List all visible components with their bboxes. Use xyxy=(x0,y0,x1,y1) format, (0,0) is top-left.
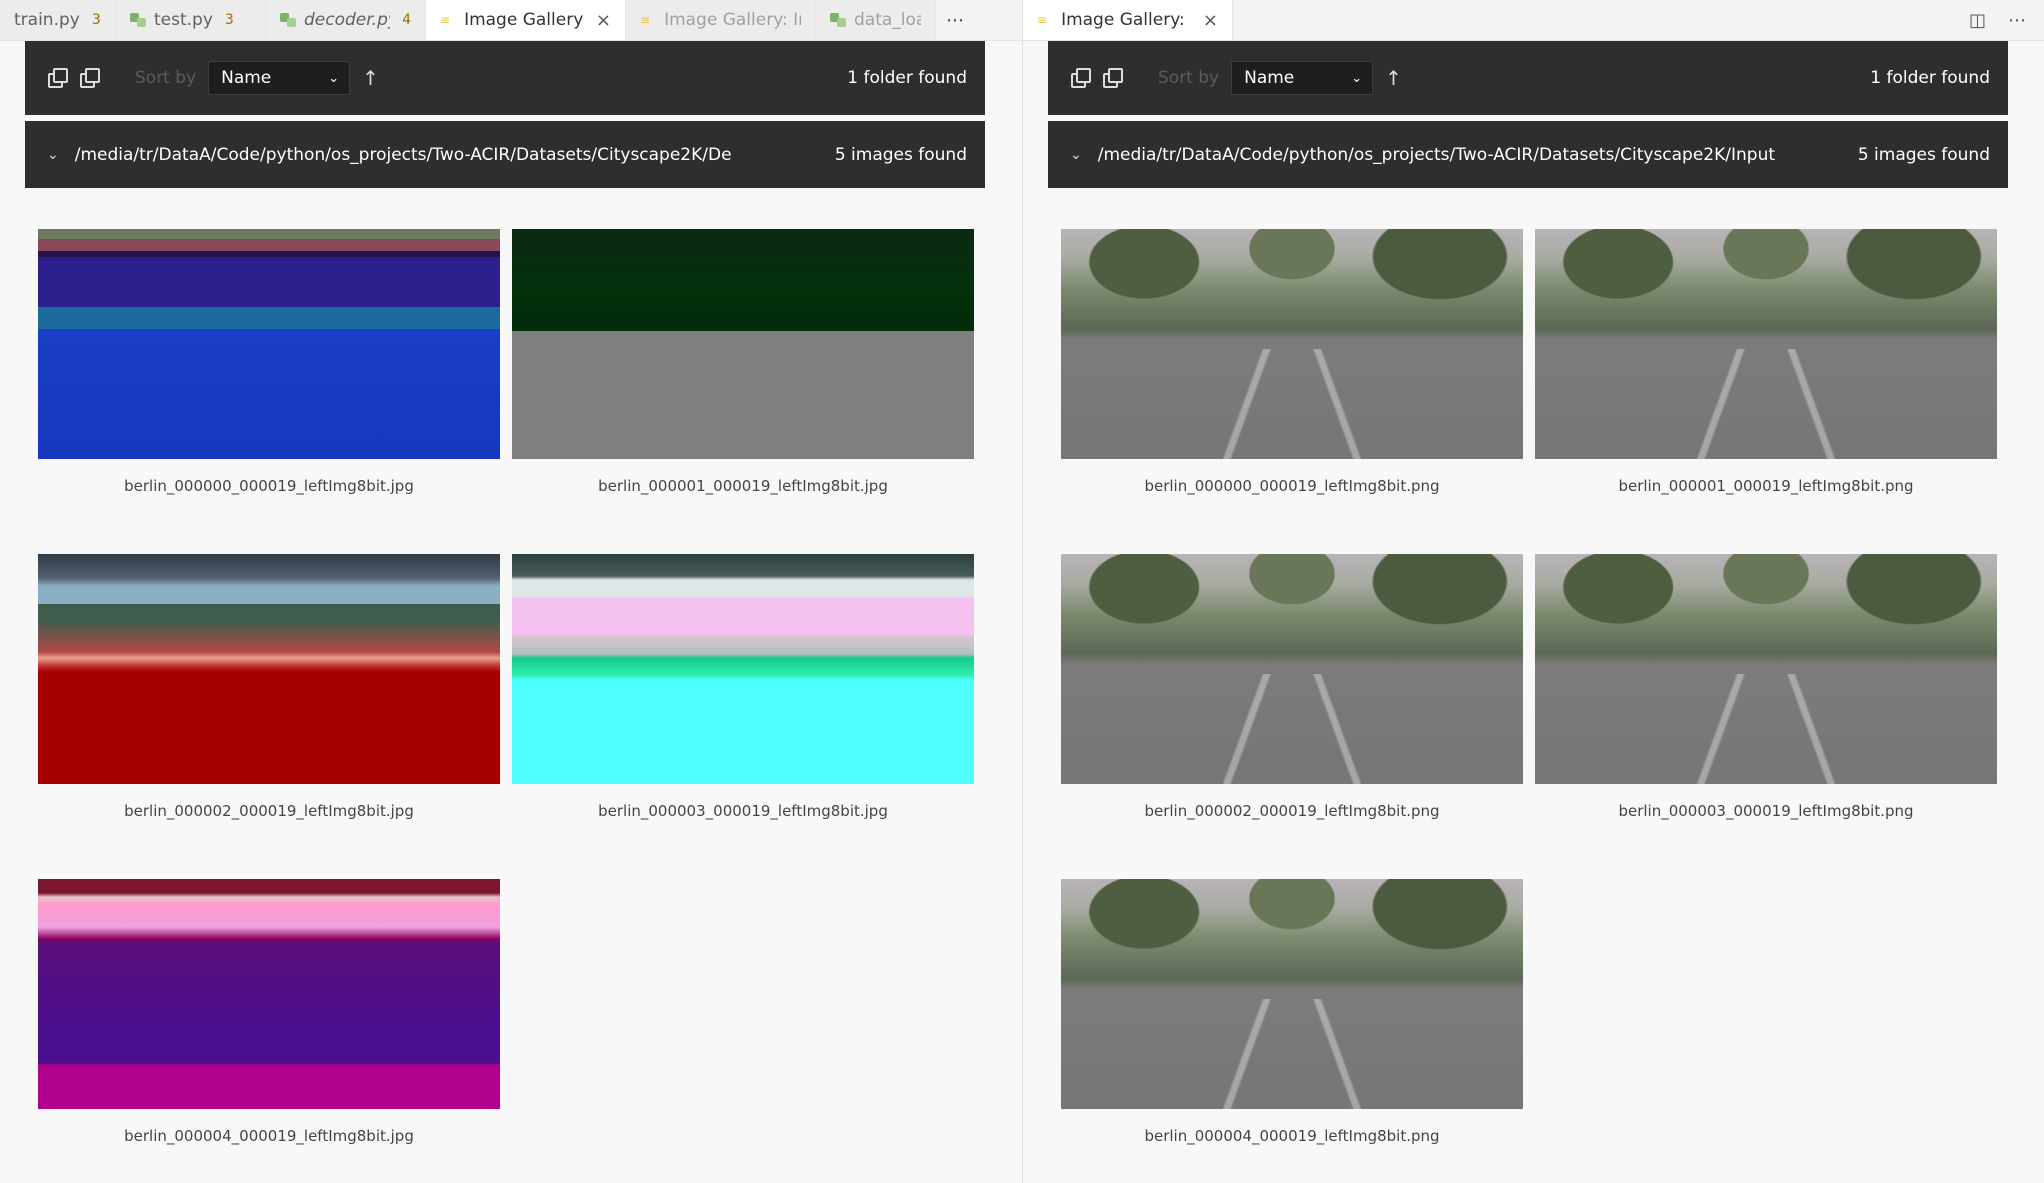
gallery-item[interactable]: berlin_000004_000019_leftImg8bit.png xyxy=(1061,879,1523,1145)
chevron-down-icon: ⌄ xyxy=(1351,70,1363,86)
gallery-item[interactable]: berlin_000003_000019_leftImg8bit.png xyxy=(1535,554,1997,820)
image-thumbnail[interactable] xyxy=(1061,229,1523,459)
images-count: 5 images found xyxy=(834,144,967,165)
left-tab-bar: train.py 3 test.py 3 decoder.py 4 ≡ Image Galle… xyxy=(0,0,1022,41)
sort-select-value: Name xyxy=(1244,68,1295,88)
image-thumbnail[interactable] xyxy=(38,554,500,784)
image-thumbnail[interactable] xyxy=(1061,554,1523,784)
split-editor-icon[interactable]: ◫ xyxy=(1969,10,1986,31)
problems-badge: 4 xyxy=(402,12,411,28)
tab-train-py[interactable]: train.py 3 xyxy=(0,0,116,40)
sort-by-label: Sort by xyxy=(135,68,197,88)
gallery-toolbar: Sort by Name ⌄ ↑ 1 folder found xyxy=(1048,41,2008,115)
tab-label: Image Gallery: Input_S xyxy=(664,10,801,30)
python-file-icon xyxy=(280,12,296,28)
folder-count: 1 folder found xyxy=(847,68,967,88)
gallery-item[interactable]: berlin_000002_000019_leftImg8bit.jpg xyxy=(38,554,500,820)
tab-image-gallery-input[interactable]: ≡ Image Gallery: Input × xyxy=(1023,0,1233,40)
problems-badge: 3 xyxy=(224,12,234,28)
collapse-all-icon[interactable] xyxy=(1070,67,1092,89)
tab-label: Image Gallery: De xyxy=(464,10,584,30)
gallery-item[interactable]: berlin_000001_000019_leftImg8bit.jpg xyxy=(512,229,974,495)
sort-select[interactable]: Name ⌄ xyxy=(1231,61,1374,95)
gallery-icon: ≡ xyxy=(440,13,451,27)
tab-label: data_loac xyxy=(854,10,921,30)
image-thumbnail[interactable] xyxy=(1535,554,1997,784)
image-filename: berlin_000000_000019_leftImg8bit.jpg xyxy=(124,477,414,495)
tab-label: test.py xyxy=(154,10,213,30)
gallery-icon: ≡ xyxy=(640,13,651,27)
gallery-item[interactable]: berlin_000003_000019_leftImg8bit.jpg xyxy=(512,554,974,820)
tab-decoder-py[interactable]: decoder.py 4 xyxy=(266,0,426,40)
image-filename: berlin_000004_000019_leftImg8bit.png xyxy=(1144,1127,1440,1145)
sort-ascending-icon[interactable]: ↑ xyxy=(1385,66,1402,90)
image-filename: berlin_000003_000019_leftImg8bit.png xyxy=(1618,802,1914,820)
collapse-all-icon[interactable] xyxy=(47,67,69,89)
more-actions-icon[interactable]: ⋯ xyxy=(2008,10,2026,31)
close-icon[interactable]: × xyxy=(596,10,611,31)
image-thumbnail[interactable] xyxy=(1535,229,1997,459)
expand-all-icon[interactable] xyxy=(79,67,101,89)
tab-label: train.py xyxy=(14,10,80,30)
left-gallery-pane: Sort by Name ⌄ ↑ 1 folder found ⌄ /media… xyxy=(0,41,1022,1183)
right-tab-bar: ≡Image Gallery: Input×◫⋯ xyxy=(1023,0,2044,41)
gallery-item[interactable]: berlin_000000_000019_leftImg8bit.jpg xyxy=(38,229,500,495)
more-actions-icon[interactable]: ⋯ xyxy=(936,0,974,40)
folder-path: /media/tr/DataA/Code/python/os_projects/… xyxy=(1097,144,1776,165)
image-filename: berlin_000001_000019_leftImg8bit.jpg xyxy=(598,477,888,495)
gallery-item[interactable]: berlin_000004_000019_leftImg8bit.jpg xyxy=(38,879,500,1145)
folder-count: 1 folder found xyxy=(1870,68,1990,88)
sort-ascending-icon[interactable]: ↑ xyxy=(362,66,379,90)
tab-image-gallery-input-s[interactable]: ≡ Image Gallery: Input_S xyxy=(626,0,816,40)
tab-data-loac[interactable]: data_loac xyxy=(816,0,936,40)
image-thumbnail[interactable] xyxy=(38,229,500,459)
folder-collapse-icon[interactable]: ⌄ xyxy=(1070,147,1082,163)
images-count: 5 images found xyxy=(1857,144,1990,165)
right-gallery-pane: Sort by Name ⌄ ↑ 1 folder found ⌄ /media… xyxy=(1023,41,2044,1183)
gallery-item[interactable]: berlin_000002_000019_leftImg8bit.png xyxy=(1061,554,1523,820)
tab-image-gallery-de[interactable]: ≡ Image Gallery: De × xyxy=(426,0,626,40)
editor-actions: ◫ ⋯ xyxy=(1969,0,2044,40)
tab-test-py[interactable]: test.py 3 xyxy=(116,0,266,40)
gallery-item[interactable]: berlin_000000_000019_leftImg8bit.png xyxy=(1061,229,1523,495)
image-filename: berlin_000001_000019_leftImg8bit.png xyxy=(1618,477,1914,495)
image-filename: berlin_000003_000019_leftImg8bit.jpg xyxy=(598,802,888,820)
tab-label: Image Gallery: Input xyxy=(1061,10,1191,30)
python-file-icon xyxy=(830,12,846,28)
image-filename: berlin_000004_000019_leftImg8bit.jpg xyxy=(124,1127,414,1145)
chevron-down-icon: ⌄ xyxy=(328,70,340,86)
tab-label: decoder.py xyxy=(304,10,391,30)
gallery-item[interactable]: berlin_000001_000019_leftImg8bit.png xyxy=(1535,229,1997,495)
sort-select[interactable]: Name ⌄ xyxy=(208,61,351,95)
problems-badge: 3 xyxy=(91,12,101,28)
image-filename: berlin_000002_000019_leftImg8bit.png xyxy=(1144,802,1440,820)
folder-header[interactable]: ⌄ /media/tr/DataA/Code/python/os_project… xyxy=(1048,121,2008,188)
python-file-icon xyxy=(130,12,146,28)
folder-path: /media/tr/DataA/Code/python/os_projects/… xyxy=(74,144,732,165)
folder-header[interactable]: ⌄ /media/tr/DataA/Code/python/os_project… xyxy=(25,121,985,188)
sort-by-label: Sort by xyxy=(1158,68,1220,88)
image-filename: berlin_000000_000019_leftImg8bit.png xyxy=(1144,477,1440,495)
image-thumbnail[interactable] xyxy=(38,879,500,1109)
image-filename: berlin_000002_000019_leftImg8bit.jpg xyxy=(124,802,414,820)
expand-all-icon[interactable] xyxy=(1102,67,1124,89)
image-thumbnail[interactable] xyxy=(512,554,974,784)
close-icon[interactable]: × xyxy=(1203,10,1218,31)
image-thumbnail[interactable] xyxy=(1061,879,1523,1109)
image-thumbnail[interactable] xyxy=(512,229,974,459)
sort-select-value: Name xyxy=(221,68,272,88)
folder-collapse-icon[interactable]: ⌄ xyxy=(47,147,59,163)
gallery-icon: ≡ xyxy=(1037,13,1048,27)
gallery-toolbar: Sort by Name ⌄ ↑ 1 folder found xyxy=(25,41,985,115)
